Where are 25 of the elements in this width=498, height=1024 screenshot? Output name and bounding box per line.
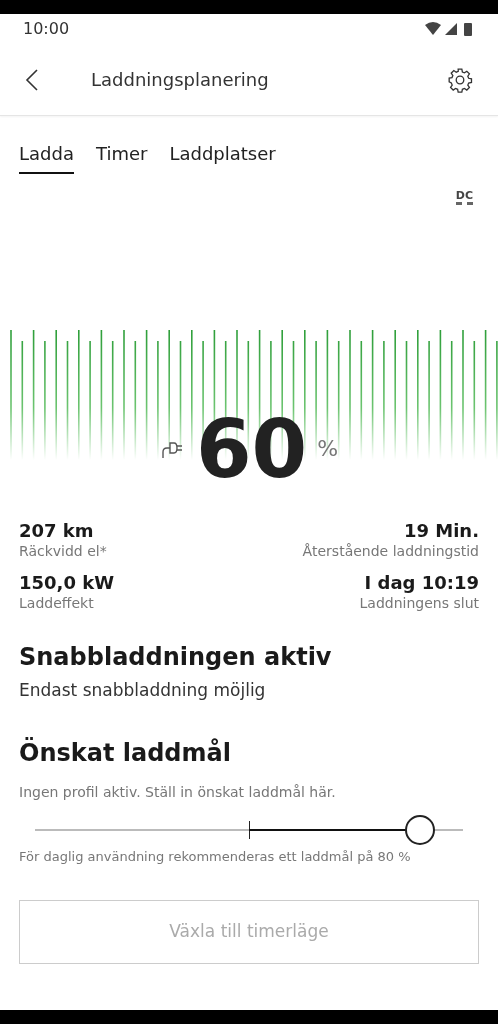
status-icons [425, 21, 475, 37]
tab[interactable]: Timer [95, 140, 148, 174]
stat-label: Laddningens slut [359, 594, 479, 612]
stat-label: Återstående laddningstid [302, 542, 479, 560]
status-time: 10:00 [23, 18, 70, 40]
note-text: För daglig användning rekommenderas ett laddmål på 80 % [19, 847, 412, 866]
page-title: Laddningsplanering [91, 68, 269, 92]
section-title: Snabbladdningen aktiv [19, 642, 333, 672]
tab[interactable]: Ladda [19, 140, 74, 174]
stat-value: 207 km [19, 520, 94, 542]
settings-icon[interactable] [447, 66, 473, 93]
stat-label: Räckvidd el* [19, 542, 107, 560]
charge-target-slider[interactable] [35, 814, 463, 845]
stat-value: I dag 10:19 [364, 572, 479, 594]
stat-label: Laddeffekt [19, 594, 94, 612]
current-type-label: DC [455, 190, 473, 205]
section-title: Önskat laddmål [19, 737, 232, 768]
slider-thumb[interactable] [405, 814, 436, 845]
percent-unit: % [317, 435, 339, 463]
section-text: Endast snabbladdning möjlig [19, 679, 267, 702]
stat-value: 19 Min. [403, 520, 479, 542]
stat-value: 150,0 kW [19, 572, 115, 594]
charge-percentage: 60 [195, 410, 308, 490]
tab[interactable]: Laddplatser [169, 140, 276, 174]
hint-text: Ingen profil aktiv. Ställ in önskat laddmål här. [19, 782, 337, 802]
